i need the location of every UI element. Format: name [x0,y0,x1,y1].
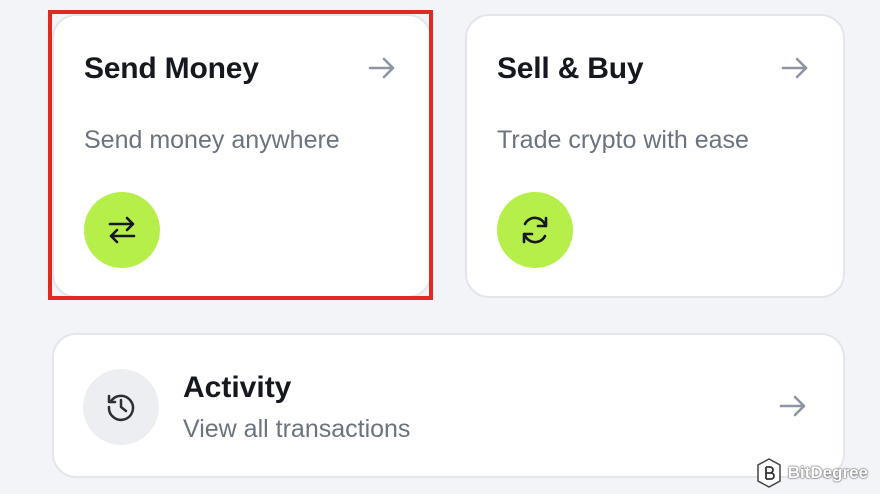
sell-buy-icon-button[interactable] [497,192,573,268]
watermark-text: BitDegree [787,463,868,482]
send-money-subtitle: Send money anywhere [84,126,340,154]
refresh-icon [522,216,548,244]
activity-card[interactable]: Activity View all transactions [52,333,845,478]
activity-icon-badge [83,369,159,445]
activity-title: Activity [183,371,292,404]
sell-buy-card[interactable]: Sell & Buy Trade crypto with ease [465,14,845,298]
history-icon [107,394,135,422]
activity-subtitle: View all transactions [183,415,411,443]
bitdegree-logo-icon [756,458,781,488]
transfer-arrows-icon [108,216,136,244]
arrow-right-icon[interactable] [777,390,809,422]
arrow-right-icon[interactable] [779,52,811,84]
send-money-title: Send Money [84,52,259,85]
send-money-card[interactable]: Send Money Send money anywhere [52,14,432,298]
bitdegree-watermark: BitDegree [756,458,868,488]
sell-buy-subtitle: Trade crypto with ease [497,126,749,154]
send-money-icon-button[interactable] [84,192,160,268]
sell-buy-title: Sell & Buy [497,52,644,85]
arrow-right-icon[interactable] [366,52,398,84]
